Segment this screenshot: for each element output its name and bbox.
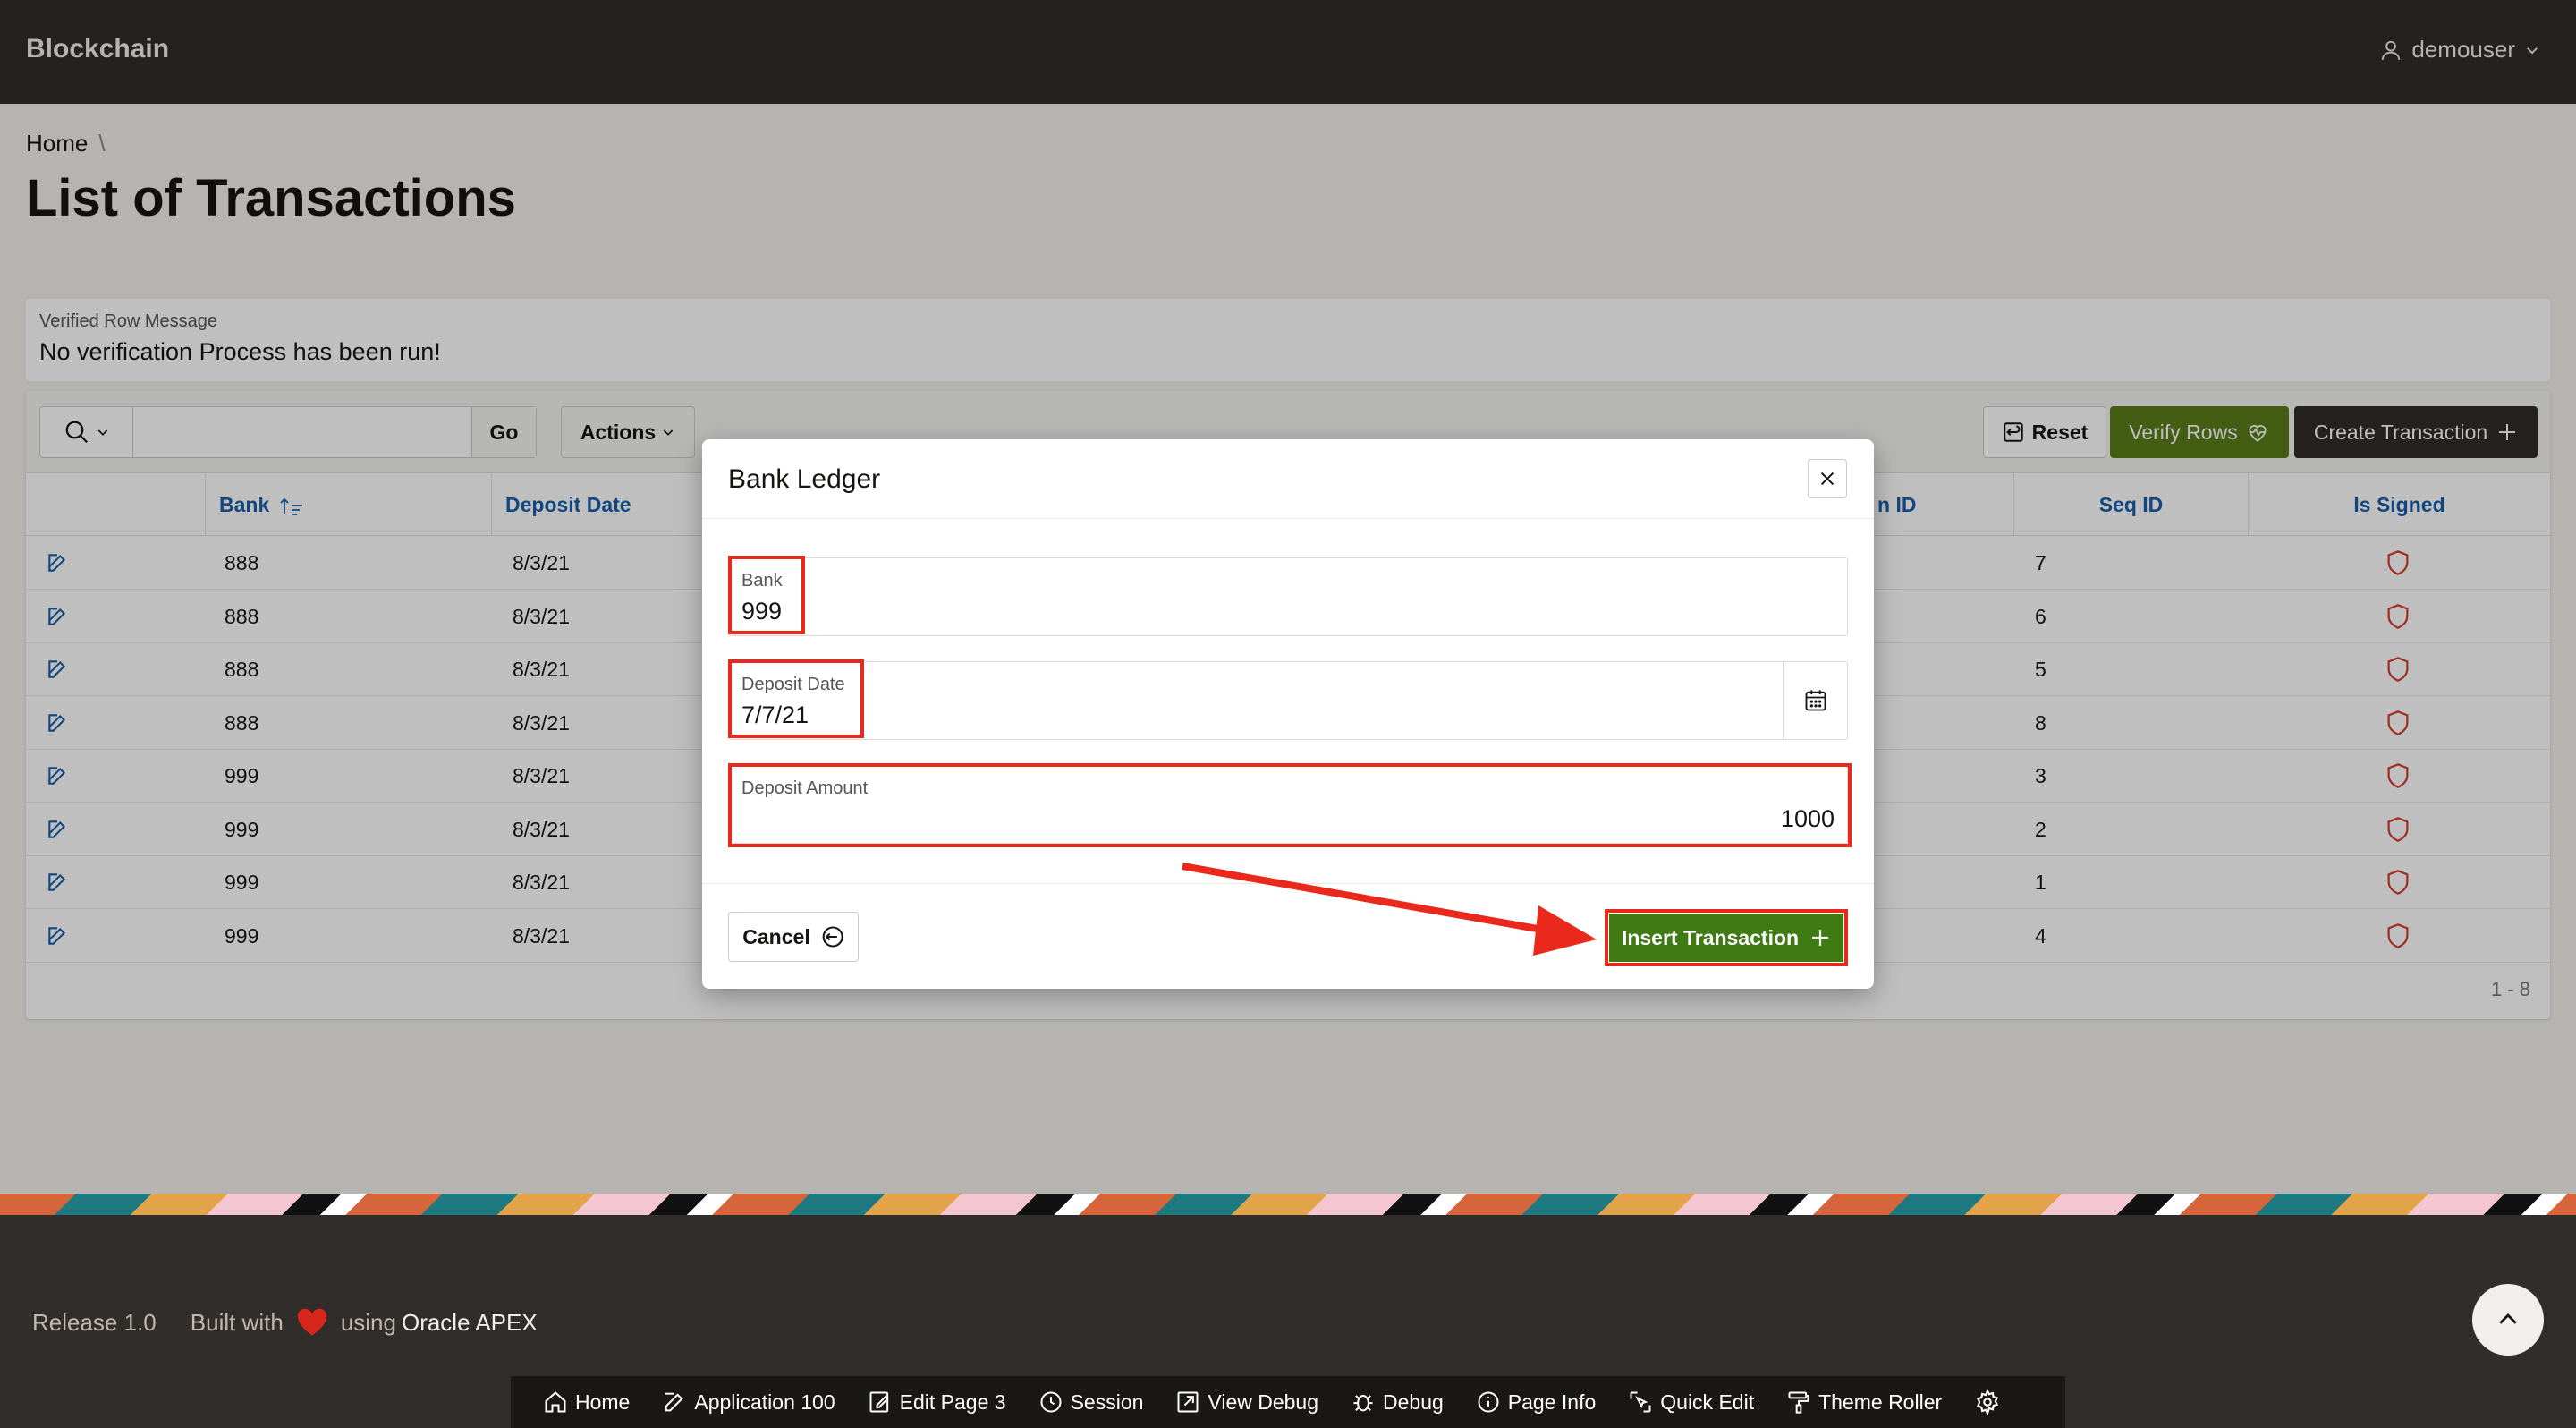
annotation-arrow-line [1182,863,1548,934]
annotation-arrow-head [1533,905,1597,956]
annotation-arrow [1182,863,1597,956]
